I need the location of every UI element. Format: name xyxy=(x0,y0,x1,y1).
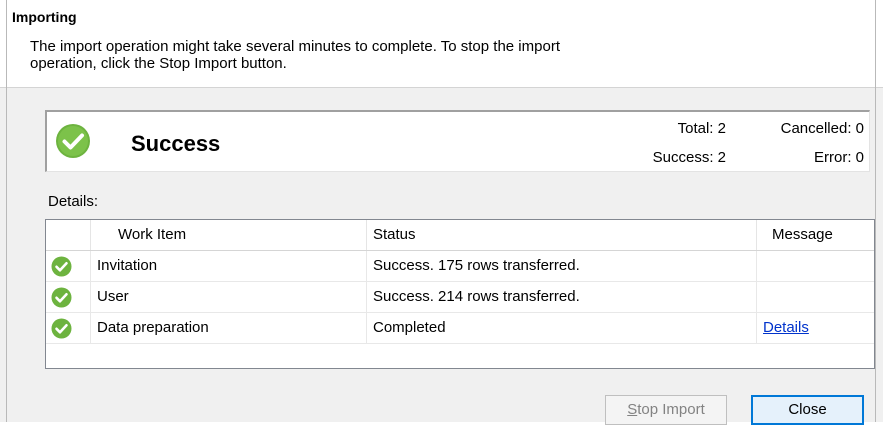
details-label: Details: xyxy=(48,193,99,210)
description-line-1: The import operation might take several … xyxy=(30,38,560,55)
cell-work-item: Data preparation xyxy=(91,313,367,343)
stop-import-button[interactable]: Stop Import xyxy=(605,395,727,425)
column-header-work-item[interactable]: Work Item xyxy=(91,220,367,250)
dialog-title: Importing xyxy=(12,9,77,25)
total-count: Total: 2 xyxy=(677,120,726,137)
table-row[interactable]: Invitation Success. 175 rows transferred… xyxy=(46,251,874,282)
description-line-2: operation, click the Stop Import button. xyxy=(30,55,287,72)
column-header-message[interactable]: Message xyxy=(757,220,874,250)
row-icon-cell xyxy=(46,282,91,312)
stop-import-mnemonic: S xyxy=(627,401,638,418)
icon-column-header[interactable] xyxy=(46,220,91,250)
error-count: Error: 0 xyxy=(813,149,864,166)
table-row[interactable]: User Success. 214 rows transferred. xyxy=(46,282,874,313)
cell-message xyxy=(757,282,874,312)
success-count: Success: 2 xyxy=(652,149,726,166)
details-table[interactable]: Work Item Status Message Invitation Succ… xyxy=(45,219,875,369)
stop-import-label: top Import xyxy=(637,401,705,418)
cell-message: Details xyxy=(757,313,874,343)
cell-status: Success. 175 rows transferred. xyxy=(367,251,757,281)
dialog-description: The import operation might take several … xyxy=(30,38,750,72)
success-check-icon xyxy=(56,124,90,158)
window-right-border xyxy=(875,0,876,422)
cancelled-count: Cancelled: 0 xyxy=(780,120,864,137)
cell-message xyxy=(757,251,874,281)
details-link[interactable]: Details xyxy=(763,319,809,336)
close-button[interactable]: Close xyxy=(751,395,864,425)
table-row[interactable]: Data preparation Completed Details xyxy=(46,313,874,344)
row-icon-cell xyxy=(46,313,91,343)
dialog-header: Importing The import operation might tak… xyxy=(0,0,883,88)
row-icon-cell xyxy=(46,251,91,281)
window-left-border xyxy=(6,0,7,422)
summary-panel: Success Total: 2 Cancelled: 0 Success: 2… xyxy=(45,110,870,172)
cell-status: Completed xyxy=(367,313,757,343)
table-header: Work Item Status Message xyxy=(46,220,874,251)
status-title: Success xyxy=(131,131,221,156)
cell-work-item: User xyxy=(91,282,367,312)
cell-work-item: Invitation xyxy=(91,251,367,281)
column-header-status[interactable]: Status xyxy=(367,220,757,250)
cell-status: Success. 214 rows transferred. xyxy=(367,282,757,312)
